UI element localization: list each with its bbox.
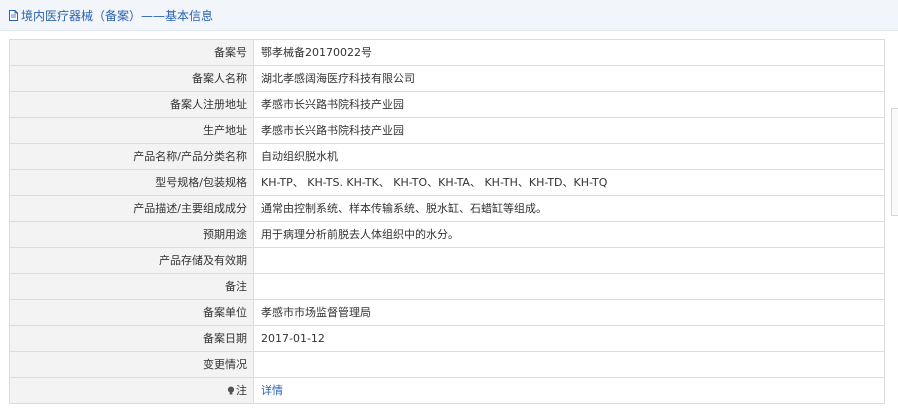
table-row: 备案号 鄂孝械备20170022号 — [9, 39, 885, 66]
table-row: 备案单位 孝感市市场监督管理局 — [9, 299, 885, 326]
row-label: 变更情况 — [9, 351, 254, 378]
document-icon — [9, 9, 18, 21]
row-value: 鄂孝械备20170022号 — [253, 39, 885, 66]
page-header: 境内医疗器械（备案）——基本信息 — [0, 0, 898, 31]
table-row: 生产地址 孝感市长兴路书院科技产业园 — [9, 117, 885, 144]
table-row: 产品描述/主要组成成分 通常由控制系统、样本传输系统、脱水缸、石蜡缸等组成。 — [9, 195, 885, 222]
table-row: 变更情况 — [9, 351, 885, 378]
row-label: 备注 — [9, 273, 254, 300]
row-value — [253, 273, 885, 300]
table-row: 备案日期 2017-01-12 — [9, 325, 885, 352]
note-row: 注 详情 — [9, 377, 885, 404]
row-value: 孝感市市场监督管理局 — [253, 299, 885, 326]
row-label: 备案单位 — [9, 299, 254, 326]
row-label: 产品名称/产品分类名称 — [9, 143, 254, 170]
row-label: 备案人注册地址 — [9, 91, 254, 118]
row-label: 备案日期 — [9, 325, 254, 352]
row-label: 型号规格/包装规格 — [9, 169, 254, 196]
note-label-cell: 注 — [9, 377, 254, 404]
row-value — [253, 247, 885, 274]
row-label: 备案号 — [9, 39, 254, 66]
row-label: 产品存储及有效期 — [9, 247, 254, 274]
row-value: KH-TP、 KH-TS. KH-TK、 KH-TO、KH-TA、 KH-TH、… — [253, 169, 885, 196]
table-row: 备注 — [9, 273, 885, 300]
row-value: 2017-01-12 — [253, 325, 885, 352]
details-link[interactable]: 详情 — [261, 384, 283, 397]
row-value: 湖北孝感阔海医疗科技有限公司 — [253, 65, 885, 92]
basic-info-table: 备案号 鄂孝械备20170022号 备案人名称 湖北孝感阔海医疗科技有限公司 备… — [9, 39, 885, 404]
row-value: 通常由控制系统、样本传输系统、脱水缸、石蜡缸等组成。 — [253, 195, 885, 222]
note-value-cell: 详情 — [253, 377, 885, 404]
page-title: 境内医疗器械（备案）——基本信息 — [21, 8, 214, 23]
row-label: 产品描述/主要组成成分 — [9, 195, 254, 222]
table-row: 型号规格/包装规格 KH-TP、 KH-TS. KH-TK、 KH-TO、KH-… — [9, 169, 885, 196]
basic-info-table-wrapper: 备案号 鄂孝械备20170022号 备案人名称 湖北孝感阔海医疗科技有限公司 备… — [9, 39, 885, 404]
row-value: 孝感市长兴路书院科技产业园 — [253, 117, 885, 144]
side-panel-tab[interactable] — [891, 108, 898, 216]
row-value — [253, 351, 885, 378]
table-row: 产品存储及有效期 — [9, 247, 885, 274]
table-row: 产品名称/产品分类名称 自动组织脱水机 — [9, 143, 885, 170]
bulb-icon — [227, 386, 235, 395]
row-label: 预期用途 — [9, 221, 254, 248]
table-row: 预期用途 用于病理分析前脱去人体组织中的水分。 — [9, 221, 885, 248]
table-row: 备案人注册地址 孝感市长兴路书院科技产业园 — [9, 91, 885, 118]
row-label: 生产地址 — [9, 117, 254, 144]
page: 境内医疗器械（备案）——基本信息 备案号 鄂孝械备20170022号 备案人名称… — [0, 0, 898, 411]
table-row: 备案人名称 湖北孝感阔海医疗科技有限公司 — [9, 65, 885, 92]
row-value: 孝感市长兴路书院科技产业园 — [253, 91, 885, 118]
row-value: 自动组织脱水机 — [253, 143, 885, 170]
row-label: 备案人名称 — [9, 65, 254, 92]
note-label: 注 — [236, 384, 247, 397]
row-value: 用于病理分析前脱去人体组织中的水分。 — [253, 221, 885, 248]
